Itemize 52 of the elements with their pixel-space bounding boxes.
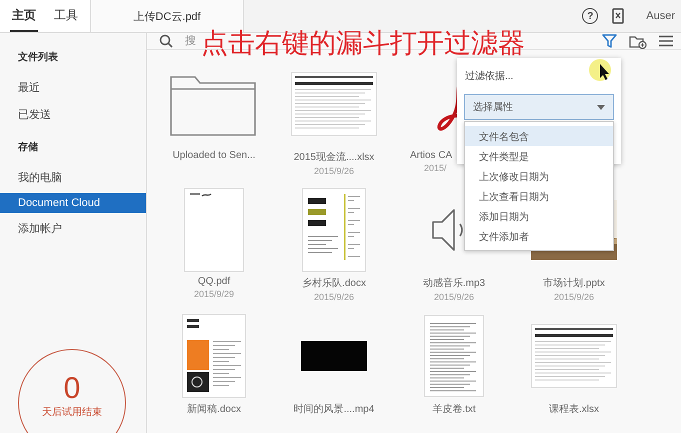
document-thumbnail[interactable] bbox=[182, 314, 246, 398]
trial-days: 0 bbox=[64, 372, 80, 405]
filter-icon[interactable] bbox=[602, 33, 617, 49]
sidebar-item[interactable]: 我的电脑 bbox=[0, 166, 146, 189]
file-name: Uploaded to Sen... bbox=[172, 150, 256, 161]
dropdown-option[interactable]: 上次修改日期为 bbox=[465, 166, 613, 186]
file-name: 2015现金流....xlsx bbox=[294, 150, 374, 164]
popover-title: 过滤依据... bbox=[465, 70, 514, 83]
file-name: 时间的风景....mp4 bbox=[294, 402, 374, 416]
file-date: 2015/9/29 bbox=[194, 289, 234, 299]
sidebar-item[interactable]: Document Cloud bbox=[0, 193, 146, 213]
sidebar-item[interactable]: 添加帐户 bbox=[0, 217, 146, 240]
folder-add-icon[interactable] bbox=[629, 34, 647, 48]
file-name: QQ.pdf bbox=[198, 276, 230, 287]
annotation-text: 点击右键的漏斗打开过滤器 bbox=[201, 29, 525, 57]
dropdown-option[interactable]: 文件添加者 bbox=[465, 226, 613, 246]
spreadsheet-thumbnail[interactable] bbox=[291, 72, 377, 136]
spreadsheet-thumbnail[interactable] bbox=[531, 324, 617, 388]
search-icon[interactable] bbox=[159, 34, 173, 48]
user-name[interactable]: Auser bbox=[646, 10, 675, 22]
dropdown-option[interactable]: 文件类型是 bbox=[465, 146, 613, 166]
attribute-dropdown[interactable]: 选择属性 bbox=[464, 94, 614, 120]
document-thumbnail[interactable] bbox=[424, 315, 484, 397]
dropdown-option[interactable]: 添加日期为 bbox=[465, 206, 613, 226]
file-name: 羊皮卷.txt bbox=[432, 402, 476, 416]
file-name: 乡村乐队.docx bbox=[302, 276, 366, 290]
file-name: 市场计划.pptx bbox=[543, 276, 605, 290]
file-date: 2015/9/26 bbox=[314, 292, 354, 302]
file-date: 2015/ bbox=[424, 163, 447, 173]
trial-caption: 天后试用结束 bbox=[42, 406, 102, 419]
menu-icon[interactable] bbox=[659, 35, 673, 47]
file-date: 2015/9/26 bbox=[314, 166, 354, 176]
sidebar-item[interactable]: 已发送 bbox=[0, 103, 146, 126]
file-date: 2015/9/26 bbox=[434, 292, 474, 302]
phone-icon[interactable] bbox=[612, 8, 624, 24]
file-name: 课程表.xlsx bbox=[549, 402, 599, 416]
dropdown-option[interactable]: 文件名包含 bbox=[465, 126, 613, 146]
help-icon[interactable]: ? bbox=[582, 8, 598, 24]
sidebar-item[interactable]: 最近 bbox=[0, 76, 146, 99]
document-thumbnail[interactable] bbox=[184, 188, 244, 272]
file-name: Artios CA bbox=[410, 150, 452, 161]
search-field[interactable]: 搜 bbox=[185, 35, 199, 47]
caret-icon bbox=[597, 104, 605, 110]
top-tab[interactable]: 工具 bbox=[52, 0, 80, 32]
section-heading: 存储 bbox=[17, 140, 39, 155]
file-name: 新闻稿.docx bbox=[187, 402, 241, 416]
trial-badge[interactable]: 0 天后试用结束 bbox=[18, 349, 126, 433]
file-date: 2015/9/26 bbox=[554, 292, 594, 302]
dropdown-option[interactable]: 上次查看日期为 bbox=[465, 186, 613, 206]
section-heading: 文件列表 bbox=[17, 50, 59, 65]
document-thumbnail[interactable] bbox=[302, 188, 366, 272]
file-name: 动感音乐.mp3 bbox=[422, 276, 486, 290]
